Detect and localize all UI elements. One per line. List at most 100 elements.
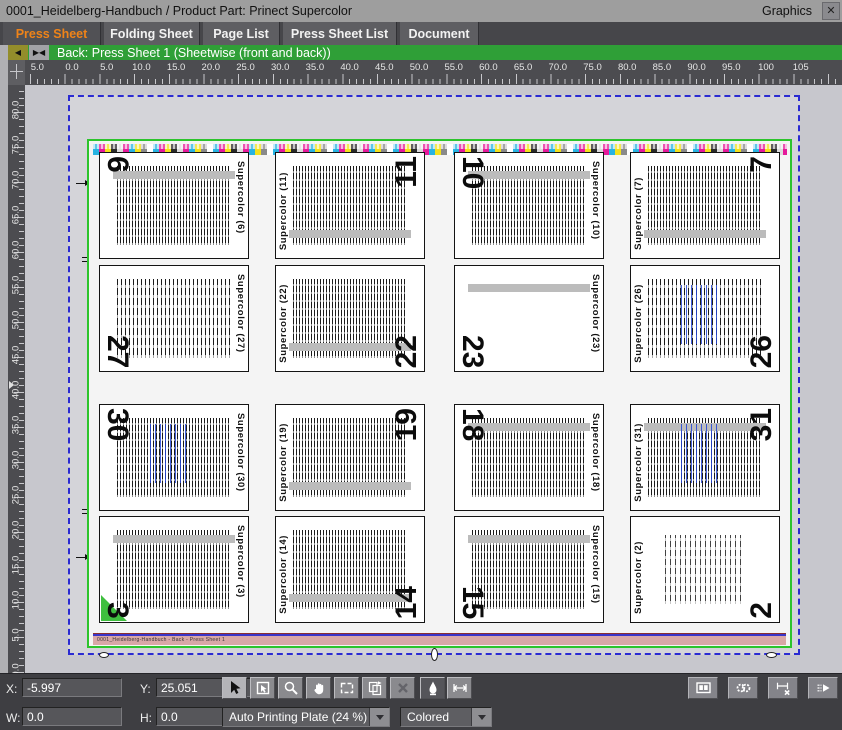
color-mode-value: Colored [401, 710, 471, 724]
delete-tool-button[interactable] [390, 677, 415, 699]
hyperlink-text-block [150, 424, 188, 483]
page-preview-18[interactable]: 18 Supercolor (18) [454, 404, 604, 511]
settings-gears-icon[interactable] [728, 677, 758, 699]
display-mode-select[interactable]: Auto Printing Plate (24 %) [222, 707, 390, 727]
page-label: Supercolor (18) [590, 413, 601, 492]
punch-mark-center [431, 648, 438, 661]
ruler-origin-crosshair-icon[interactable] [8, 60, 25, 85]
page-preview-15[interactable]: 15Supercolor (15) [454, 516, 604, 623]
page-number: 30 [102, 408, 132, 441]
page-preview-22[interactable]: 22Supercolor (22) [275, 265, 425, 372]
page-number: 3 [102, 602, 132, 619]
tab-page-list[interactable]: Page List [203, 22, 280, 45]
page-preview-10[interactable]: 10Supercolor (10) [454, 152, 604, 259]
context-label: Graphics [762, 4, 812, 18]
page-preview-3[interactable]: 3 Supercolor (3) [99, 516, 249, 623]
tab-document[interactable]: Document [400, 22, 479, 45]
hruler-label: 5.0 [100, 62, 113, 73]
horizontal-ruler: 5.00.05.010.015.020.025.030.035.040.045.… [25, 60, 842, 85]
hruler-label: 50.0 [410, 62, 429, 73]
color-mode-select[interactable]: Colored [400, 707, 492, 727]
tab-folding-sheet[interactable]: Folding Sheet [104, 22, 200, 45]
tab-press-sheet-list[interactable]: Press Sheet List [283, 22, 397, 45]
x-coordinate-field[interactable] [22, 678, 122, 697]
zoom-tool-button[interactable] [278, 677, 303, 699]
hruler-label: 15.0 [167, 62, 186, 73]
page-preview-7[interactable]: 7Supercolor (7) [630, 152, 780, 259]
selected-press-sheet[interactable]: 0001_Heidelberg-Handbuch - Back - Press … [68, 95, 800, 655]
page-label: Supercolor (27) [235, 274, 246, 353]
vruler-label: 60.0 [11, 241, 22, 260]
page-number: 23 [457, 335, 487, 368]
page-number: 6 [102, 156, 132, 173]
vruler-label: 70.0 [11, 171, 22, 190]
page-label: Supercolor (30) [235, 413, 246, 492]
hruler-label: 30.0 [271, 62, 290, 73]
display-mode-value: Auto Printing Plate (24 %) [223, 710, 369, 724]
image-placeholder-bar [468, 284, 589, 292]
page-content [117, 279, 231, 358]
hruler-label: 65.0 [514, 62, 533, 73]
vruler-label: 65.0 [11, 206, 22, 225]
page-label: Supercolor (6) [235, 161, 246, 234]
y-label: Y: [140, 682, 151, 696]
previous-sheet-icon[interactable]: ◀ [8, 45, 28, 60]
chevron-down-icon[interactable] [471, 708, 491, 726]
page-preview-19[interactable]: 19Supercolor (19) [275, 404, 425, 511]
marquee-select-tool-button[interactable] [250, 677, 275, 699]
bottom-marks-band: 0001_Heidelberg-Handbuch - Back - Press … [93, 633, 786, 645]
sheet-signature-text: 0001_Heidelberg-Handbuch - Back - Press … [97, 637, 225, 644]
page-label: Supercolor (3) [235, 525, 246, 598]
hruler-label: 40.0 [340, 62, 359, 73]
hruler-label: 100 [758, 62, 774, 73]
page-number: 22 [392, 335, 422, 368]
tab-press-sheet[interactable]: Press Sheet [3, 22, 101, 45]
hruler-label: 105 [793, 62, 809, 73]
page-preview-14[interactable]: 14 Supercolor (14) [275, 516, 425, 623]
hruler-label: 85.0 [653, 62, 672, 73]
hruler-label: 0.0 [65, 62, 78, 73]
monitor-preview-icon[interactable] [688, 677, 718, 699]
measure-tool-button[interactable] [447, 677, 472, 699]
select-tool-button[interactable] [222, 677, 247, 699]
vruler-label: 0.0 [11, 663, 22, 673]
close-icon[interactable]: ✕ [822, 2, 840, 20]
page-number: 19 [392, 408, 422, 441]
copy-pages-tool-button[interactable] [362, 677, 387, 699]
frame-tool-button[interactable] [334, 677, 359, 699]
collapse-view-icon[interactable]: ▶◀ [29, 45, 49, 60]
vruler-label: 20.0 [11, 521, 22, 540]
page-preview-27[interactable]: 27Supercolor (27) [99, 265, 249, 372]
page-number: 26 [747, 335, 777, 368]
chevron-down-icon[interactable] [369, 708, 389, 726]
page-number: 18 [457, 408, 487, 441]
hruler-label: 10.0 [132, 62, 151, 73]
hruler-label: 35.0 [306, 62, 325, 73]
page-preview-6[interactable]: 6 Supercolor (6) [99, 152, 249, 259]
mirror-view-icon[interactable] [808, 677, 838, 699]
hyperlink-text-block [681, 285, 719, 344]
page-preview-11[interactable]: 11Supercolor (11) [275, 152, 425, 259]
page-preview-31[interactable]: 31Supercolor (31) [630, 404, 780, 511]
ink-tool-button[interactable] [420, 677, 445, 699]
title-bar: 0001_Heidelberg-Handbuch / Product Part:… [0, 0, 842, 22]
page-preview-2[interactable]: 2Supercolor (2) [630, 516, 780, 623]
page-preview-30[interactable]: 30 Supercolor (30) [99, 404, 249, 511]
tab-bar: Press Sheet Folding Sheet Page List Pres… [0, 22, 842, 45]
page-preview-23[interactable]: 23Supercolor (23) [454, 265, 604, 372]
lay-mark-left-bottom [76, 557, 85, 558]
plate-paper-area[interactable]: 0001_Heidelberg-Handbuch - Back - Press … [87, 139, 792, 648]
press-sheet-canvas[interactable]: 0001_Heidelberg-Handbuch - Back - Press … [25, 85, 842, 673]
hruler-label: 70.0 [549, 62, 568, 73]
page-content [665, 535, 745, 604]
pan-hand-tool-button[interactable] [306, 677, 331, 699]
image-placeholder-bar [289, 482, 410, 490]
page-label: Supercolor (14) [278, 535, 289, 614]
vruler-label: 30.0 [11, 451, 22, 470]
page-preview-26[interactable]: 26Supercolor (26) [630, 265, 780, 372]
vruler-label: 25.0 [11, 486, 22, 505]
page-number: 14 [392, 586, 422, 619]
hruler-label: 25.0 [236, 62, 255, 73]
measure-delete-icon[interactable] [768, 677, 798, 699]
width-field[interactable] [22, 707, 122, 726]
